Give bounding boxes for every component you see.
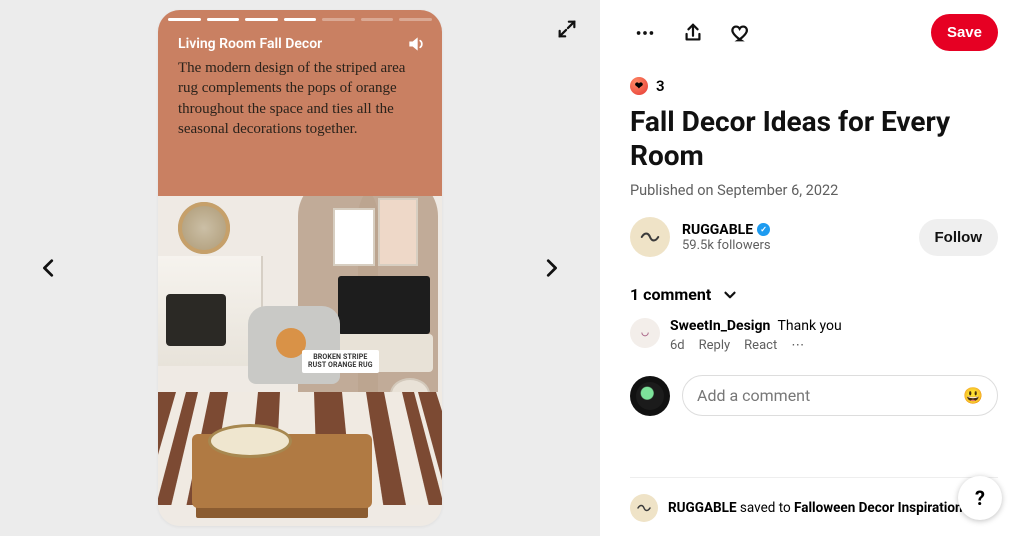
comment-more-button[interactable]: ⋯ (791, 338, 804, 353)
story-card[interactable]: Living Room Fall Decor The modern design… (158, 10, 442, 526)
comment-age: 6d (670, 338, 685, 353)
prev-story-button[interactable] (30, 249, 68, 287)
current-user-avatar[interactable] (630, 376, 670, 416)
speaker-icon[interactable] (406, 34, 426, 58)
comment-item: ◡ SweetIn_Design Thank you 6d Reply Reac… (630, 318, 998, 353)
author-row: RUGGABLE 59.5k followers Follow (630, 217, 998, 257)
heart-reaction-icon: ❤ (630, 77, 648, 95)
comments-toggle[interactable]: 1 comment (630, 285, 998, 304)
comment-reply-button[interactable]: Reply (699, 338, 731, 353)
story-body-text: The modern design of the striped area ru… (178, 58, 422, 139)
story-image: BROKEN STRIPE RUST ORANGE RUG (158, 196, 442, 526)
reaction-count[interactable]: ❤ 3 (630, 77, 998, 95)
saver-name[interactable]: RUGGABLE (668, 500, 737, 516)
expand-icon[interactable] (552, 14, 582, 44)
save-button[interactable]: Save (931, 14, 998, 51)
help-button[interactable]: ? (958, 476, 1002, 520)
emoji-picker-icon[interactable]: 😃 (963, 386, 983, 405)
story-heading: Living Room Fall Decor (178, 36, 322, 52)
pin-title: Fall Decor Ideas for Every Room (630, 105, 998, 172)
saver-avatar[interactable] (630, 494, 658, 522)
publish-date: Published on September 6, 2022 (630, 182, 998, 199)
commenter-name[interactable]: SweetIn_Design (670, 318, 770, 334)
commenter-avatar[interactable]: ◡ (630, 318, 660, 348)
saved-board-link[interactable]: Falloween Decor Inspirations (794, 500, 969, 516)
product-tag[interactable]: BROKEN STRIPE RUST ORANGE RUG (302, 350, 379, 373)
like-button[interactable] (726, 18, 756, 48)
next-story-button[interactable] (532, 249, 570, 287)
author-name[interactable]: RUGGABLE (682, 222, 771, 238)
pin-details-panel: Save ❤ 3 Fall Decor Ideas for Every Room… (600, 0, 1024, 536)
follow-button[interactable]: Follow (919, 219, 999, 256)
comment-text: Thank you (778, 318, 842, 334)
comment-input[interactable]: Add a comment 😃 (682, 375, 998, 416)
more-options-button[interactable] (630, 18, 660, 48)
author-avatar[interactable] (630, 217, 670, 257)
story-progress (168, 18, 432, 21)
pin-media-panel: Living Room Fall Decor The modern design… (0, 0, 600, 536)
chevron-down-icon (721, 286, 739, 304)
share-button[interactable] (678, 18, 708, 48)
top-action-bar: Save (630, 14, 998, 51)
follower-count: 59.5k followers (682, 238, 771, 253)
verified-badge-icon (757, 223, 770, 236)
saved-to-row: RUGGABLE saved to Falloween Decor Inspir… (630, 477, 998, 536)
comment-react-button[interactable]: React (744, 338, 777, 353)
comment-composer: Add a comment 😃 (630, 375, 998, 416)
